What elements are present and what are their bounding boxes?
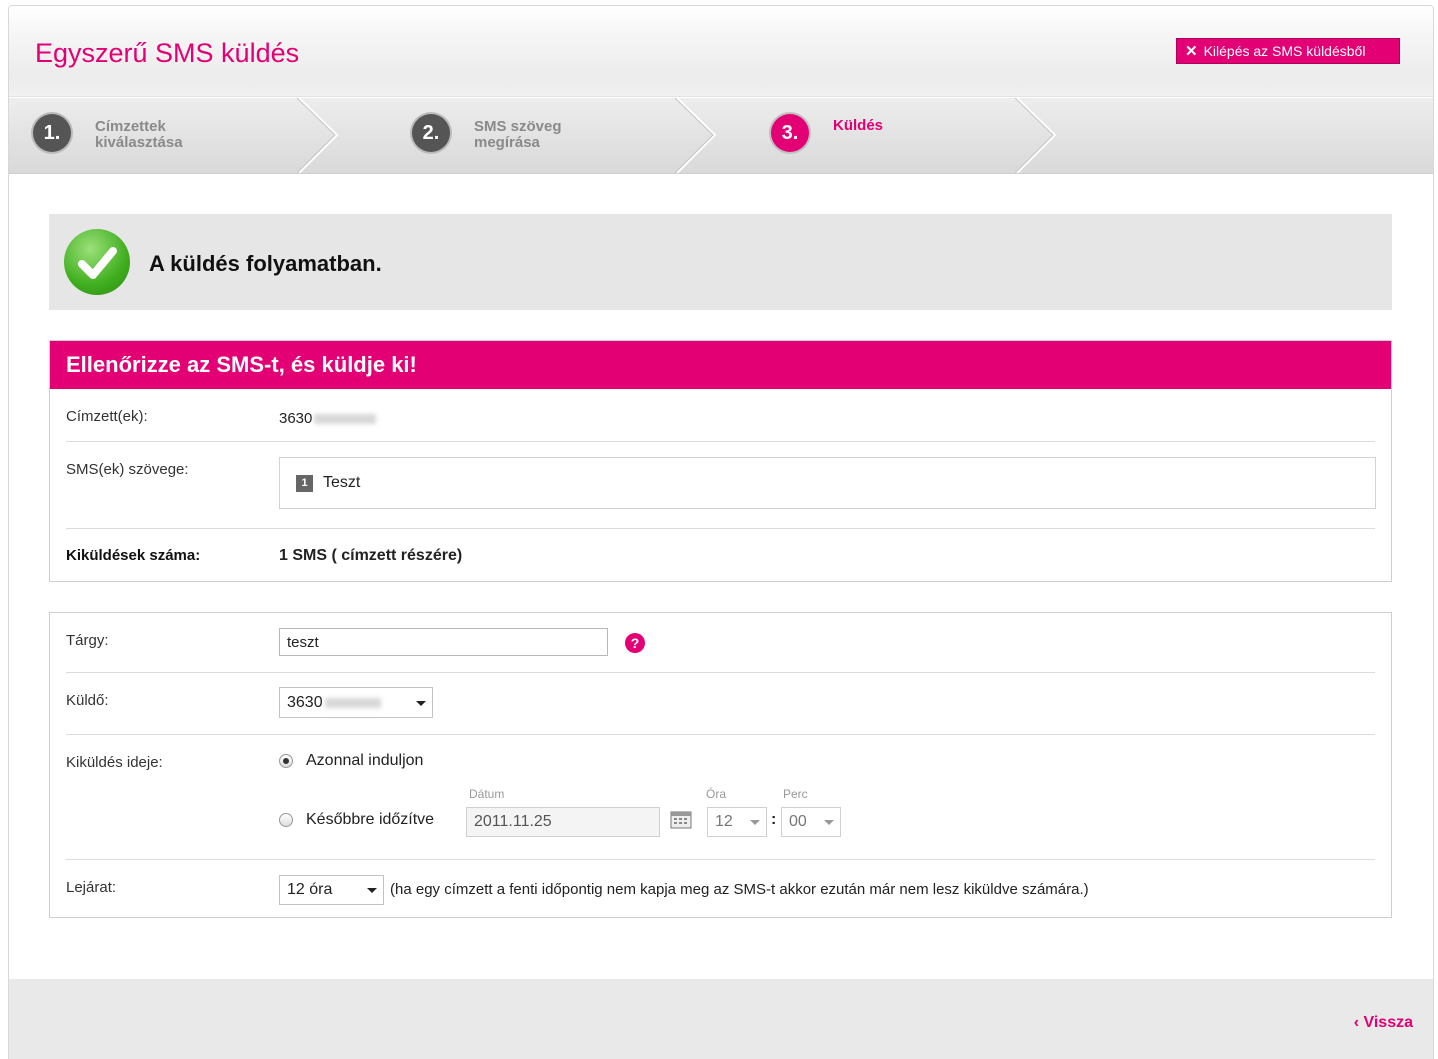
chevron-down-icon <box>750 820 760 825</box>
send-settings-panel: Tárgy: teszt ? Küldő: 3630 Kiküldés idej… <box>49 612 1392 918</box>
recipients-label: Címzett(ek): <box>66 408 148 425</box>
minute-caption: Perc <box>783 787 808 801</box>
sms-text-row: SMS(ek) szövege: 1 Teszt <box>66 442 1376 529</box>
expiry-label: Lejárat: <box>66 879 117 896</box>
calendar-icon[interactable] <box>670 811 692 829</box>
redacted-number <box>324 697 381 708</box>
sms-text-label: SMS(ek) szövege: <box>66 461 189 478</box>
recipients-row: Címzett(ek): 3630 <box>66 389 1375 442</box>
back-link[interactable]: ‹ Vissza <box>1354 1014 1413 1032</box>
subject-label: Tárgy: <box>66 632 109 649</box>
minute-select[interactable]: 00 <box>781 807 841 837</box>
expiry-row: Lejárat: 12 óra (ha egy címzett a fenti … <box>66 860 1375 920</box>
chevron-down-icon <box>416 700 426 706</box>
subject-row: Tárgy: teszt ? <box>66 613 1375 673</box>
chevron-down-icon <box>824 820 834 825</box>
status-message: A küldés folyamatban. <box>149 251 382 276</box>
sms-index-badge: 1 <box>296 474 313 492</box>
app-window: Egyszerű SMS küldés ✕ Kilépés az SMS kül… <box>8 5 1434 1059</box>
date-input[interactable]: 2011.11.25 <box>466 807 660 837</box>
sms-text-value: Teszt <box>323 474 361 491</box>
hour-select[interactable]: 12 <box>707 807 767 837</box>
count-value: 1 SMS ( címzett részére) <box>279 547 463 564</box>
send-time-row: Kiküldés ideje: Azonnal induljon Dátum Ó… <box>66 735 1375 860</box>
recipients-value: 3630 <box>279 410 377 427</box>
exit-sms-label: Kilépés az SMS küldésből <box>1203 43 1366 59</box>
step-label: Küldés <box>833 117 884 134</box>
step-label: Címzettek kiválasztása <box>95 118 183 151</box>
time-separator: : <box>771 811 777 828</box>
send-now-radio[interactable] <box>279 754 293 768</box>
success-check-icon <box>64 229 130 295</box>
page-header: Egyszerű SMS küldés ✕ Kilépés az SMS kül… <box>9 6 1433 97</box>
chevron-left-icon: ‹ <box>1353 1014 1360 1031</box>
status-message-box: A küldés folyamatban. <box>49 214 1392 310</box>
count-row: Kiküldések száma: 1 SMS ( címzett részér… <box>66 529 1375 581</box>
sender-label: Küldő: <box>66 692 109 709</box>
send-later-radio[interactable] <box>279 813 293 827</box>
step-label: SMS szöveg megírása <box>474 118 562 151</box>
sender-row: Küldő: 3630 <box>66 673 1375 735</box>
sender-select[interactable]: 3630 <box>279 687 433 718</box>
step-number: 1. <box>33 114 71 152</box>
wizard-steps: 1. Címzettek kiválasztása 2. SMS szöveg … <box>9 98 1433 174</box>
help-icon[interactable]: ? <box>625 633 645 653</box>
page-footer: ‹ Vissza <box>9 979 1433 1059</box>
expiry-select[interactable]: 12 óra <box>279 875 384 905</box>
step-number: 3. <box>771 114 809 152</box>
sms-text-box: 1 Teszt <box>279 457 1376 509</box>
count-label: Kiküldések száma: <box>66 547 201 564</box>
review-heading: Ellenőrizze az SMS-t, és küldje ki! <box>50 341 1391 389</box>
send-time-label: Kiküldés ideje: <box>66 754 163 771</box>
back-label: Vissza <box>1363 1014 1413 1031</box>
page-title: Egyszerű SMS küldés <box>35 38 300 68</box>
expiry-note: (ha egy címzett a fenti időpontig nem ka… <box>390 881 1089 898</box>
review-panel: Ellenőrizze az SMS-t, és küldje ki! Címz… <box>49 340 1392 582</box>
redacted-number <box>314 414 377 425</box>
hour-caption: Óra <box>706 787 727 801</box>
send-now-label[interactable]: Azonnal induljon <box>306 752 423 770</box>
chevron-down-icon <box>367 888 377 893</box>
step-number: 2. <box>412 114 450 152</box>
exit-sms-button[interactable]: ✕ Kilépés az SMS küldésből <box>1176 38 1400 64</box>
subject-input[interactable]: teszt <box>279 628 608 656</box>
send-later-label[interactable]: Későbbre időzítve <box>306 811 434 829</box>
date-caption: Dátum <box>469 787 505 801</box>
close-icon: ✕ <box>1185 43 1198 60</box>
